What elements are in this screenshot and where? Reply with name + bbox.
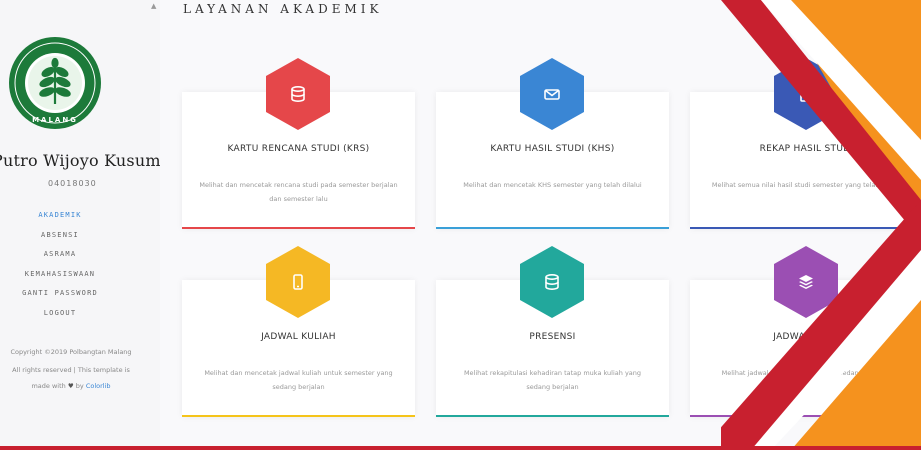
svg-text:MALANG: MALANG — [32, 116, 78, 124]
logo: MALANG — [8, 36, 102, 130]
card-icon-jadwal-ujian[interactable] — [774, 246, 838, 318]
document-icon — [800, 86, 812, 102]
menu-item-ganti-password[interactable]: GANTI PASSWORD — [0, 284, 120, 304]
card-accent-bar — [690, 227, 921, 229]
tablet-icon — [293, 274, 303, 290]
card-title: KARTU RENCANA STUDI (KRS) — [227, 144, 370, 154]
colorlib-link[interactable]: Colorlib — [86, 382, 111, 390]
sidebar: MALANG Putro Wijoyo Kusumo 04018030 AKAD… — [0, 0, 160, 450]
menu-item-akademik[interactable]: AKADEMIK — [0, 206, 120, 226]
heart-icon: ♥ — [67, 382, 74, 390]
card-title: KARTU HASIL STUDI (KHS) — [490, 144, 615, 154]
database-icon — [291, 85, 305, 103]
card-accent-bar — [436, 227, 669, 229]
layers-icon — [799, 275, 813, 289]
card-accent-bar — [690, 415, 921, 417]
page-title: LAYANAN AKADEMIK — [183, 2, 383, 16]
menu-item-kemahasiswaan[interactable]: KEMAHASISWAAN — [0, 265, 120, 285]
envelope-icon — [544, 89, 560, 100]
card-accent-bar — [182, 227, 415, 229]
card-title: JADWAL UJIAN — [773, 332, 840, 342]
card-description: Melihat semua nilai hasil studi semester… — [711, 181, 902, 189]
card-description: Melihat dan mencetak jadwal kuliah untuk… — [204, 369, 393, 391]
card-title: JADWAL KULIAH — [261, 332, 336, 342]
database-icon — [545, 273, 559, 291]
card-icon-jadwal-kuliah[interactable] — [266, 246, 330, 318]
card-accent-bar — [436, 415, 669, 417]
rights-text: All rights reserved | This template is — [12, 366, 130, 374]
sidebar-menu: AKADEMIK ABSENSI ASRAMA KEMAHASISWAAN GA… — [0, 206, 120, 323]
menu-item-asrama[interactable]: ASRAMA — [0, 245, 120, 265]
card-icon-rekap[interactable] — [774, 58, 838, 130]
user-id: 04018030 — [48, 179, 97, 188]
user-name: Putro Wijoyo Kusumo — [0, 151, 160, 170]
scroll-up-icon[interactable]: ▲ — [151, 2, 156, 10]
card-icon-khs[interactable] — [520, 58, 584, 130]
menu-item-logout[interactable]: LOGOUT — [0, 304, 120, 324]
bottom-red-line — [0, 446, 921, 450]
card-icon-presensi[interactable] — [520, 246, 584, 318]
card-title: PRESENSI — [529, 332, 576, 342]
card-title: REKAP HASIL STUDI — [759, 144, 854, 154]
copyright-text: Copyright ©2019 Polbangtan Malang — [10, 348, 132, 356]
made-with-text: made with — [31, 382, 66, 390]
card-description: Melihat dan mencetak KHS semester yang t… — [463, 181, 642, 189]
card-description: Melihat rekapitulasi kehadiran tatap muk… — [463, 369, 642, 391]
card-description: Melihat dan mencetak rencana studi pada … — [199, 181, 398, 203]
card-description: Melihat jadwal ujian semester yang sedan… — [721, 369, 892, 377]
card-accent-bar — [182, 415, 415, 417]
menu-item-absensi[interactable]: ABSENSI — [0, 226, 120, 246]
card-icon-krs[interactable] — [266, 58, 330, 130]
main-content: LAYANAN AKADEMIK KARTU RENCANA STUDI (KR… — [160, 0, 921, 450]
by-text: by — [75, 382, 84, 390]
credit-line: made with ♥ by Colorlib — [0, 382, 146, 390]
